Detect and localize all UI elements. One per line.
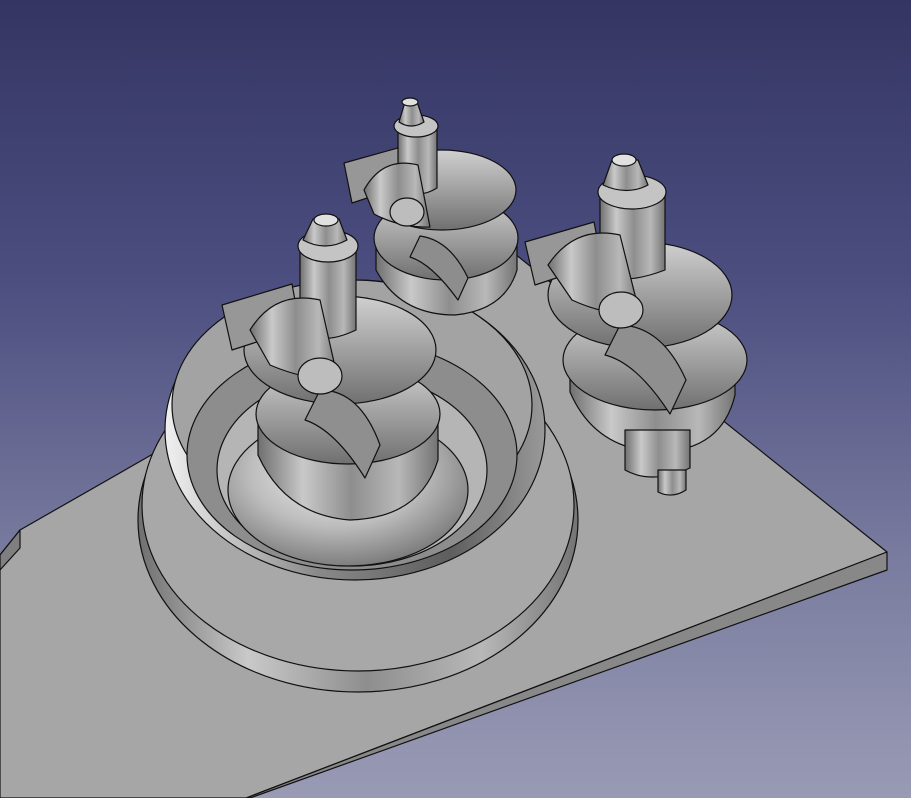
3d-viewport[interactable] [0, 0, 911, 798]
3d-model-scene[interactable] [0, 0, 911, 798]
